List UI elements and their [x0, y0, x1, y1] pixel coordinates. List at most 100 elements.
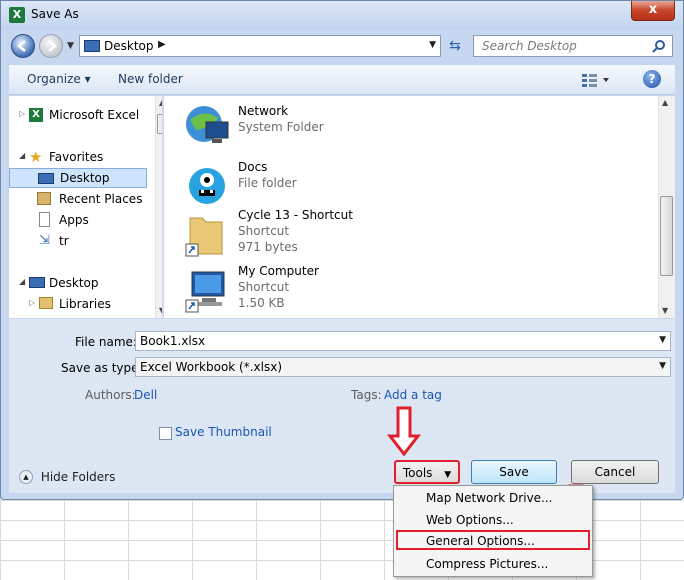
save-type-label: Save as type: — [61, 361, 143, 375]
scroll-thumb[interactable] — [157, 114, 162, 134]
chevron-down-icon: ▼ — [444, 470, 452, 480]
save-type-select[interactable]: Excel Workbook (*.xlsx) ▼ — [135, 357, 671, 377]
search-placeholder: Search Desktop — [482, 39, 577, 53]
file-name-label: File name: — [75, 335, 137, 349]
recent-places-icon — [37, 192, 51, 205]
file-name: My Computer — [238, 264, 319, 278]
annotation-arrow-down-icon — [387, 406, 421, 456]
file-list: Network System Folder Docs File folder C… — [164, 96, 675, 318]
file-name: Docs — [238, 160, 268, 174]
collapse-arrow-icon[interactable]: ◢ — [19, 151, 25, 160]
chevron-right-icon[interactable]: ▶ — [158, 39, 166, 50]
chevron-down-icon[interactable]: ▼ — [429, 40, 436, 50]
save-button[interactable]: Save — [471, 460, 557, 484]
save-thumbnail-label[interactable]: Save Thumbnail — [175, 425, 272, 439]
chevron-down-icon[interactable]: ▼ — [659, 335, 666, 345]
menu-item-general-options[interactable]: General Options... — [396, 530, 590, 550]
menu-item-label: Map Network Drive... — [426, 491, 553, 505]
nav-item-desktop[interactable]: Desktop — [9, 168, 147, 188]
back-button[interactable] — [11, 34, 35, 58]
scroll-up-icon[interactable]: ▲ — [159, 98, 162, 107]
scroll-up-icon[interactable]: ▲ — [662, 98, 668, 107]
nav-item-label: Favorites — [49, 150, 104, 164]
scroll-down-icon[interactable]: ▼ — [662, 306, 668, 315]
scroll-thumb[interactable] — [660, 196, 673, 276]
file-name-value: Book1.xlsx — [140, 334, 206, 348]
nav-item-label: Microsoft Excel — [49, 108, 140, 122]
search-input[interactable]: Search Desktop — [473, 35, 673, 57]
nav-item-label: Recent Places — [59, 192, 143, 206]
file-item-network[interactable]: Network System Folder — [184, 104, 484, 156]
nav-item-recent-places[interactable]: Recent Places — [9, 189, 147, 209]
file-type: File folder — [238, 176, 297, 190]
nav-item-label: Apps — [59, 213, 89, 227]
nav-item-favorites[interactable]: ◢ ★ Favorites — [9, 147, 147, 167]
file-name: Network — [238, 104, 289, 118]
file-item-my-computer[interactable]: My Computer Shortcut 1.50 KB — [184, 264, 484, 316]
excel-icon: X — [29, 108, 43, 122]
desktop-icon — [84, 40, 100, 52]
address-location[interactable]: Desktop — [104, 39, 154, 53]
refresh-icon[interactable]: ⇆ — [443, 35, 467, 57]
menu-item-label: Compress Pictures... — [426, 557, 549, 571]
nav-item-microsoft-excel[interactable]: ▷ X Microsoft Excel — [9, 105, 147, 125]
chevron-down-icon[interactable]: ▼ — [659, 361, 666, 371]
hide-folders-label: Hide Folders — [40, 469, 116, 484]
change-view-icon[interactable] — [581, 72, 611, 88]
nav-item-label: tr — [59, 234, 69, 248]
nav-item-label: Libraries — [59, 297, 111, 311]
menu-item-web-options[interactable]: Web Options... — [396, 510, 590, 530]
help-icon[interactable]: ? — [643, 70, 661, 88]
hide-folders-button[interactable]: ▲ Hide Folders — [19, 469, 115, 484]
file-type: System Folder — [238, 120, 324, 134]
back-arrow-icon — [17, 40, 26, 52]
tools-label: Tools — [402, 466, 433, 480]
recent-pages-dropdown[interactable]: ▼ — [67, 41, 74, 51]
nav-item-libraries[interactable]: ▷ Libraries — [9, 294, 147, 314]
new-folder-button[interactable]: New folder — [118, 72, 183, 86]
computer-shortcut-icon — [185, 271, 225, 313]
cancel-button[interactable]: Cancel — [571, 460, 659, 484]
expand-arrow-icon[interactable]: ▷ — [29, 298, 35, 307]
file-list-scrollbar[interactable]: ▲ ▼ — [658, 96, 675, 318]
menu-item-label: General Options... — [426, 534, 535, 548]
search-icon — [652, 40, 665, 53]
desktop-icon — [29, 277, 45, 288]
file-name-field[interactable]: Book1.xlsx ▼ — [135, 331, 671, 351]
forward-arrow-icon — [48, 40, 57, 52]
authors-value[interactable]: Dell — [134, 388, 157, 402]
file-type: Shortcut — [238, 280, 290, 294]
shortcut-icon: ⇲ — [39, 233, 50, 248]
file-item-cycle-13-shortcut[interactable]: Cycle 13 - Shortcut Shortcut 971 bytes — [184, 208, 484, 260]
monster-folder-icon — [189, 168, 225, 204]
nav-item-apps[interactable]: Apps — [9, 210, 147, 230]
file-type: Shortcut — [238, 224, 290, 238]
menu-item-compress-pictures[interactable]: Compress Pictures... — [396, 554, 590, 574]
command-bar: Organize ▾ New folder ? — [9, 65, 675, 95]
tools-button[interactable]: Tools ▼ — [394, 460, 460, 484]
save-thumbnail-checkbox[interactable] — [159, 427, 172, 440]
menu-item-map-network-drive[interactable]: Map Network Drive... — [396, 488, 590, 508]
collapse-arrow-icon[interactable]: ◢ — [19, 277, 25, 286]
tools-menu: Map Network Drive... Web Options... Gene… — [393, 485, 593, 577]
add-tag-link[interactable]: Add a tag — [384, 388, 442, 402]
desktop-icon — [38, 173, 54, 184]
dialog-title: Save As — [31, 7, 79, 21]
save-options-area: File name: Book1.xlsx ▼ Save as type: Ex… — [9, 319, 675, 493]
nav-pane-scrollbar[interactable]: ▲ ▼ — [155, 96, 162, 318]
file-size: 971 bytes — [238, 240, 298, 254]
organize-button[interactable]: Organize ▾ — [27, 72, 91, 86]
file-item-docs[interactable]: Docs File folder — [184, 160, 484, 212]
save-as-dialog: X Save As x ▼ Desktop ▶ ▼ ⇆ Search Deskt… — [0, 0, 684, 500]
excel-icon: X — [9, 7, 25, 23]
nav-item-tr[interactable]: ⇲ tr — [9, 231, 147, 251]
dialog-titlebar: X Save As x — [1, 1, 683, 29]
authors-label: Authors: — [85, 388, 136, 402]
save-type-value: Excel Workbook (*.xlsx) — [140, 360, 283, 374]
nav-item-desktop-root[interactable]: ◢ Desktop — [9, 273, 147, 293]
scroll-down-icon[interactable]: ▼ — [159, 306, 162, 315]
address-bar[interactable]: Desktop ▶ ▼ — [79, 35, 441, 57]
close-button[interactable]: x — [631, 1, 675, 21]
expand-arrow-icon[interactable]: ▷ — [19, 109, 25, 118]
forward-button[interactable] — [39, 34, 63, 58]
